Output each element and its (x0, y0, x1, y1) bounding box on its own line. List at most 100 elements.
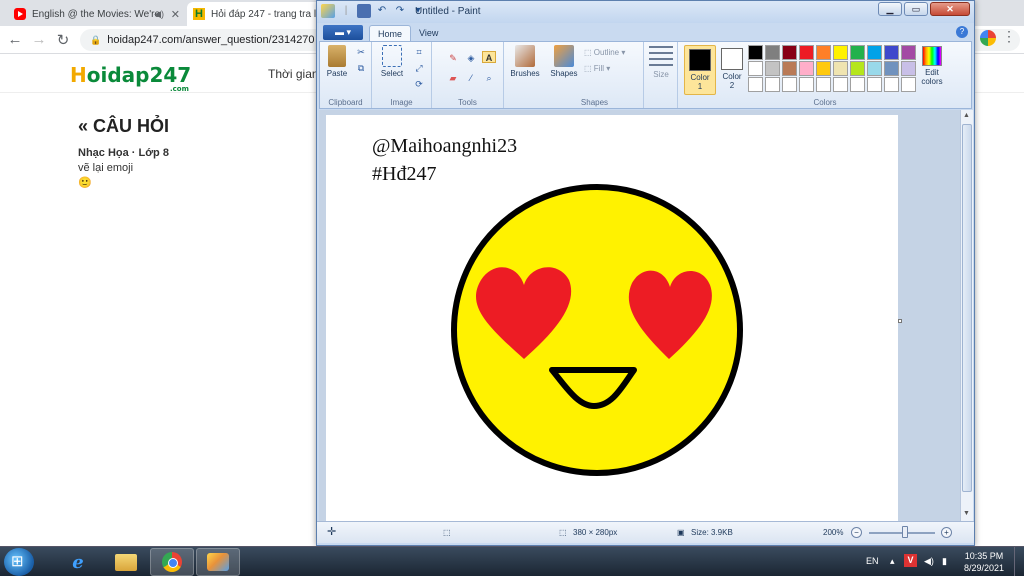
palette-swatch[interactable] (782, 61, 797, 76)
volume-icon[interactable]: ◀) (924, 556, 934, 567)
palette-swatch[interactable] (867, 45, 882, 60)
start-button[interactable] (4, 548, 34, 576)
color1-button[interactable]: Color 1 (684, 45, 716, 95)
scroll-thumb[interactable] (962, 124, 972, 492)
palette-swatch (901, 77, 916, 92)
canvas-resize-handle[interactable] (898, 319, 902, 323)
close-button[interactable]: ✕ (930, 2, 970, 16)
pencil-icon[interactable]: ✎ (446, 52, 460, 64)
tray-expand-icon[interactable]: ▴ (890, 556, 895, 567)
palette-swatch[interactable] (884, 61, 899, 76)
palette-swatch[interactable] (799, 45, 814, 60)
question-subject[interactable]: Nhạc Họa · Lớp 8 (78, 147, 169, 159)
rotate-icon[interactable]: ⟳ (412, 78, 426, 90)
nav-item-time[interactable]: Thời gian (268, 67, 319, 81)
palette-swatch[interactable] (850, 45, 865, 60)
paste-button[interactable]: Paste (324, 45, 350, 78)
color2-button[interactable]: Color 2 (716, 45, 748, 95)
undo-icon[interactable]: ↶ (375, 4, 389, 18)
forward-arrow-icon[interactable]: → (30, 31, 48, 48)
fill-bucket-icon[interactable]: ◈ (464, 52, 478, 64)
palette-swatch[interactable] (833, 45, 848, 60)
maximize-button[interactable]: ▭ (904, 2, 928, 16)
scroll-up-icon[interactable]: ▲ (963, 112, 970, 119)
palette-swatch[interactable] (765, 45, 780, 60)
file-explorer-icon[interactable] (104, 548, 148, 576)
palette-swatch[interactable] (850, 61, 865, 76)
edit-colors-button[interactable]: Edit colors (916, 46, 948, 86)
emoji-drawing (451, 184, 743, 476)
brushes-button[interactable]: Brushes (508, 45, 542, 78)
color-picker-icon[interactable]: ⁄ (464, 72, 478, 84)
clock-time: 10:35 PM (964, 551, 1004, 561)
palette-swatch[interactable] (748, 45, 763, 60)
text-tool-icon[interactable]: A (482, 51, 496, 63)
vietkey-icon[interactable]: V (904, 554, 917, 567)
cursor-position-icon: ✛ (327, 526, 337, 538)
file-menu-button[interactable]: ▬ ▾ (323, 25, 363, 40)
paint-titlebar[interactable]: | ↶ ↷ ▾ Untitled - Paint ▁ ▭ ✕ (317, 1, 974, 23)
separator: | (344, 5, 348, 16)
paint-app-icon[interactable] (321, 4, 335, 18)
clock[interactable]: 10:35 PM 8/29/2021 (964, 550, 1004, 574)
scroll-down-icon[interactable]: ▼ (963, 510, 970, 517)
palette-swatch (833, 77, 848, 92)
palette-swatch[interactable] (867, 61, 882, 76)
palette-swatch[interactable] (901, 45, 916, 60)
cut-icon[interactable]: ✂ (354, 46, 368, 58)
vertical-scrollbar[interactable]: ▲ ▼ (960, 110, 973, 521)
back-arrow-icon[interactable]: ← (6, 31, 24, 48)
palette-swatch[interactable] (782, 45, 797, 60)
palette-swatch[interactable] (748, 61, 763, 76)
close-icon[interactable]: ✕ (171, 8, 180, 21)
color-palette (748, 45, 917, 92)
magnifier-icon[interactable]: ⌕ (482, 72, 496, 84)
zoom-out-button[interactable]: − (851, 527, 862, 538)
chrome-taskbar-icon[interactable] (150, 548, 194, 576)
save-icon[interactable] (357, 4, 371, 18)
clock-date: 8/29/2021 (963, 563, 1004, 573)
internet-explorer-icon[interactable]: e (56, 548, 100, 576)
minimize-button[interactable]: ▁ (878, 2, 902, 16)
palette-swatch[interactable] (765, 61, 780, 76)
palette-swatch[interactable] (901, 61, 916, 76)
shapes-button[interactable]: Shapes (548, 45, 580, 78)
size-button[interactable]: Size (646, 46, 676, 79)
drawing-canvas[interactable]: @Maihoangnhi23 #Hđ247 (326, 115, 898, 521)
show-desktop-button[interactable] (1014, 547, 1024, 576)
zoom-slider-knob[interactable] (902, 526, 908, 538)
zoom-in-button[interactable]: + (941, 527, 952, 538)
outline-button[interactable]: ⬚ Outline ▾ (584, 48, 625, 57)
profile-avatar[interactable] (980, 30, 996, 46)
copy-icon[interactable]: ⧉ (354, 62, 368, 74)
rainbow-icon (922, 46, 942, 66)
group-image: Select ⌗ ⤢ ⟳ Image (372, 42, 432, 108)
battery-icon[interactable]: ▮ (942, 556, 947, 567)
redo-icon[interactable]: ↷ (393, 4, 407, 18)
resize-icon[interactable]: ⤢ (412, 62, 426, 74)
palette-swatch[interactable] (816, 45, 831, 60)
select-button[interactable]: Select (378, 45, 406, 78)
tab-view[interactable]: View (411, 25, 446, 41)
palette-swatch[interactable] (816, 61, 831, 76)
speaker-icon[interactable]: ◀) (154, 9, 164, 20)
palette-swatch[interactable] (884, 45, 899, 60)
language-indicator[interactable]: EN (866, 556, 879, 566)
quick-access-toolbar: | ↶ ↷ ▾ (321, 4, 425, 18)
browser-tab-hoidap[interactable]: H Hỏi đáp 247 - trang tra lời (187, 2, 327, 26)
more-menu-icon[interactable]: ⋮ (1002, 28, 1016, 45)
palette-swatch[interactable] (799, 61, 814, 76)
site-logo[interactable]: Hoidap247 .com (70, 63, 191, 93)
reload-icon[interactable]: ↻ (54, 31, 72, 49)
eraser-icon[interactable]: ▰ (446, 72, 460, 84)
help-icon[interactable]: ? (956, 26, 968, 38)
tab-home[interactable]: Home (369, 25, 412, 41)
palette-swatch (748, 77, 763, 92)
browser-tab-youtube[interactable]: English @ the Movies: We're ◀) ✕ (8, 2, 186, 26)
fill-button[interactable]: ⬚ Fill ▾ (584, 64, 610, 73)
palette-swatch[interactable] (833, 61, 848, 76)
logo-suffix: .com (170, 85, 189, 93)
window-controls: ▁ ▭ ✕ (878, 2, 970, 16)
paint-taskbar-icon[interactable] (196, 548, 240, 576)
crop-icon[interactable]: ⌗ (412, 46, 426, 58)
